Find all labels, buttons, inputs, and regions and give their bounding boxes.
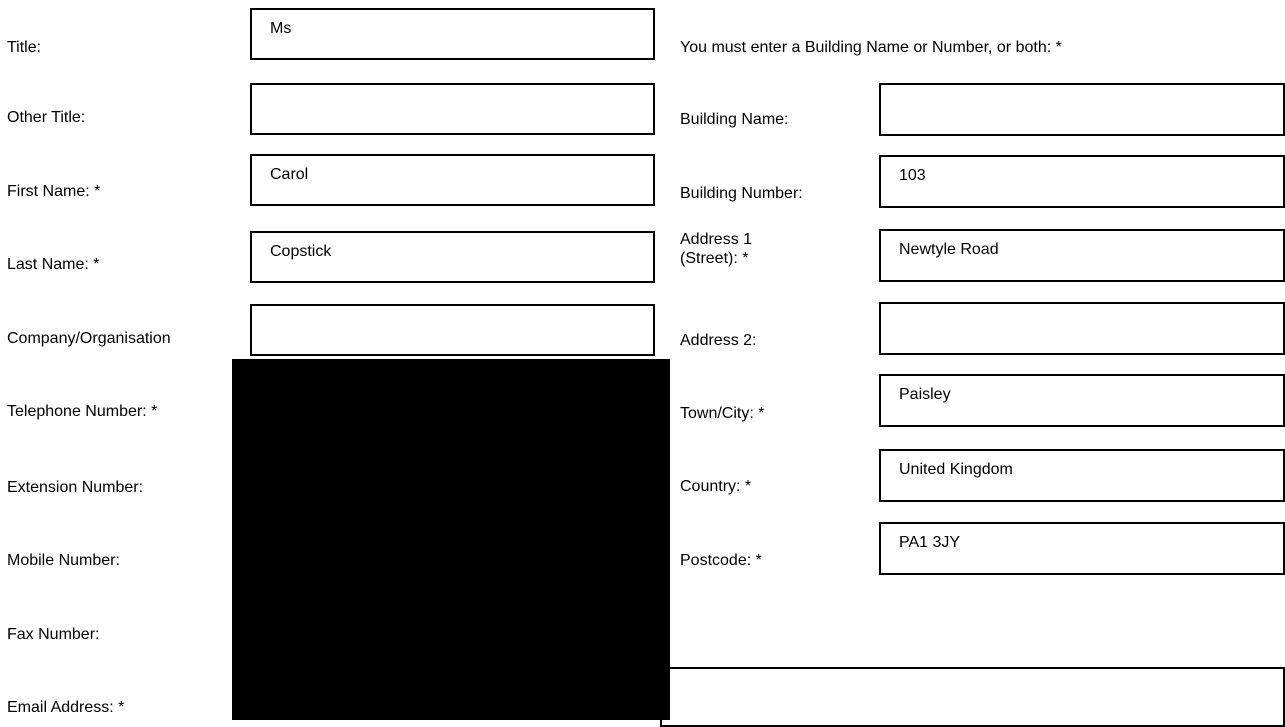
address2-field[interactable] — [879, 302, 1285, 355]
first-name-field[interactable]: Carol — [250, 154, 655, 206]
town-label: Town/City: * — [680, 405, 765, 422]
building-number-label: Building Number: — [680, 185, 803, 202]
mobile-label: Mobile Number: — [7, 552, 120, 569]
email-label: Email Address: * — [7, 699, 125, 716]
town-field[interactable]: Paisley — [879, 374, 1285, 427]
address1-field[interactable]: Newtyle Road — [879, 229, 1285, 282]
postcode-label: Postcode: * — [680, 552, 762, 569]
telephone-label: Telephone Number: * — [7, 403, 158, 420]
country-label: Country: * — [680, 478, 752, 495]
country-field[interactable]: United Kingdom — [879, 449, 1285, 502]
extension-label: Extension Number: — [7, 479, 144, 496]
building-name-field[interactable] — [879, 83, 1285, 136]
first-name-label: First Name: * — [7, 183, 101, 200]
other-title-field[interactable] — [250, 83, 655, 135]
building-number-field[interactable]: 103 — [879, 155, 1285, 208]
email-field[interactable] — [660, 667, 1285, 727]
title-label: Title: — [7, 39, 42, 56]
address2-label: Address 2: — [680, 332, 757, 349]
title-field[interactable]: Ms — [250, 8, 655, 60]
address1-label-line2: (Street): * — [680, 250, 749, 267]
address1-label-line1: Address 1 — [680, 231, 753, 248]
company-field[interactable] — [250, 304, 655, 356]
postcode-field[interactable]: PA1 3JY — [879, 522, 1285, 575]
company-label: Company/Organisation — [7, 330, 171, 347]
fax-label: Fax Number: — [7, 626, 100, 643]
last-name-label: Last Name: * — [7, 256, 100, 273]
last-name-field[interactable]: Copstick — [250, 231, 655, 283]
other-title-label: Other Title: — [7, 109, 86, 126]
redacted-block-overlap — [232, 660, 670, 720]
building-required-note: You must enter a Building Name or Number… — [680, 39, 1062, 56]
building-name-label: Building Name: — [680, 111, 789, 128]
